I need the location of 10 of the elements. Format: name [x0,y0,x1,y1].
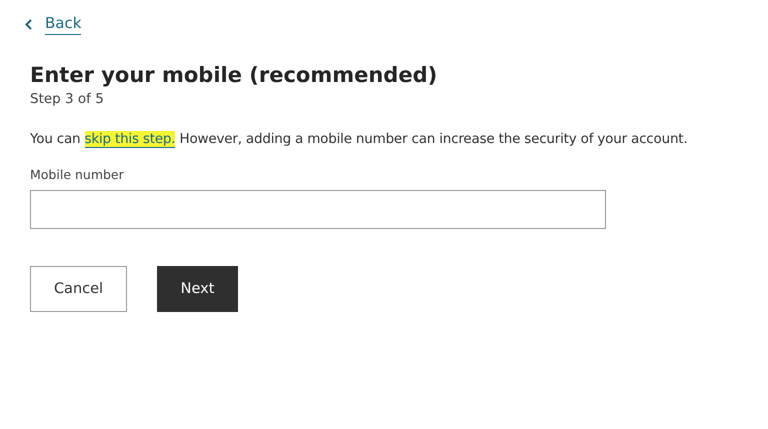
back-link[interactable]: Back [25,14,82,35]
mobile-number-field[interactable] [30,190,606,229]
next-button[interactable]: Next [157,266,238,312]
step-indicator: Step 3 of 5 [30,91,105,107]
field-label: Mobile number [30,167,125,182]
back-chevron-icon [25,19,32,30]
skip-step-link[interactable]: skip this step. [84,131,176,148]
intro-text: You can skip this step. However, adding a mobile number can increase the security of your account. [30,131,688,147]
page-heading: Enter your mobile (recommended) [30,62,438,89]
cancel-button[interactable]: Cancel [30,266,127,312]
